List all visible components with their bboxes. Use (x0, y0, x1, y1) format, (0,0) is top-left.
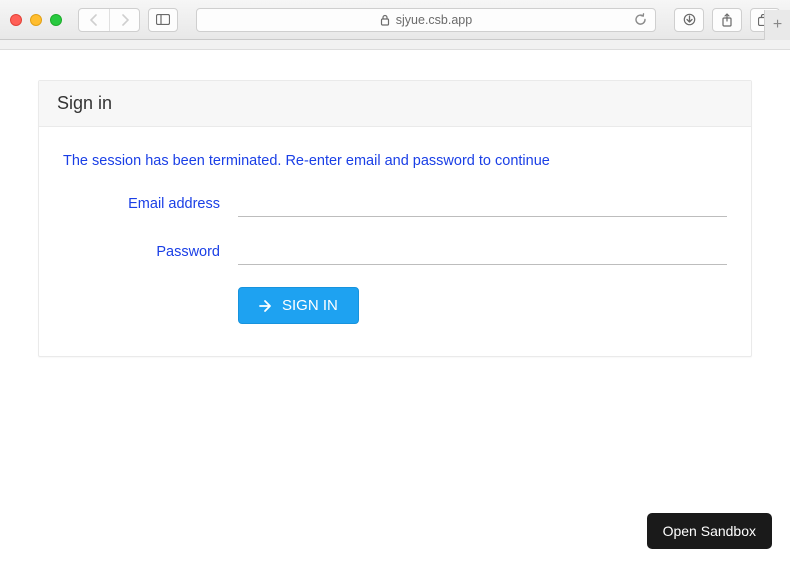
minimize-window-button[interactable] (30, 14, 42, 26)
address-bar[interactable]: sjyue.csb.app (196, 8, 656, 32)
address-bar-container: sjyue.csb.app (196, 8, 656, 32)
session-message: The session has been terminated. Re-ente… (63, 153, 727, 169)
password-field[interactable] (238, 239, 727, 265)
close-window-button[interactable] (10, 14, 22, 26)
email-row: Email address (63, 191, 727, 217)
share-button[interactable] (712, 8, 742, 32)
url-text: sjyue.csb.app (396, 13, 472, 27)
reload-icon[interactable] (634, 13, 647, 26)
email-field[interactable] (238, 191, 727, 217)
downloads-button[interactable] (674, 8, 704, 32)
signin-arrow-icon (259, 299, 275, 313)
browser-toolbar: sjyue.csb.app (0, 0, 790, 40)
lock-icon (380, 14, 390, 26)
window-controls (10, 14, 62, 26)
card-title: Sign in (39, 81, 751, 127)
forward-button[interactable] (109, 9, 139, 31)
page-content: Sign in The session has been terminated.… (0, 50, 790, 387)
signin-button[interactable]: SIGN IN (238, 287, 359, 324)
back-button[interactable] (79, 9, 109, 31)
signin-button-label: SIGN IN (282, 297, 338, 314)
tab-strip: + (0, 40, 790, 50)
sidebar-toggle-button[interactable] (148, 8, 178, 32)
new-tab-button[interactable]: + (764, 10, 790, 40)
email-label: Email address (63, 196, 238, 212)
signin-card: Sign in The session has been terminated.… (38, 80, 752, 357)
password-row: Password (63, 239, 727, 265)
open-sandbox-button[interactable]: Open Sandbox (647, 513, 772, 549)
card-body: The session has been terminated. Re-ente… (39, 127, 751, 356)
password-label: Password (63, 244, 238, 260)
nav-buttons (78, 8, 140, 32)
maximize-window-button[interactable] (50, 14, 62, 26)
